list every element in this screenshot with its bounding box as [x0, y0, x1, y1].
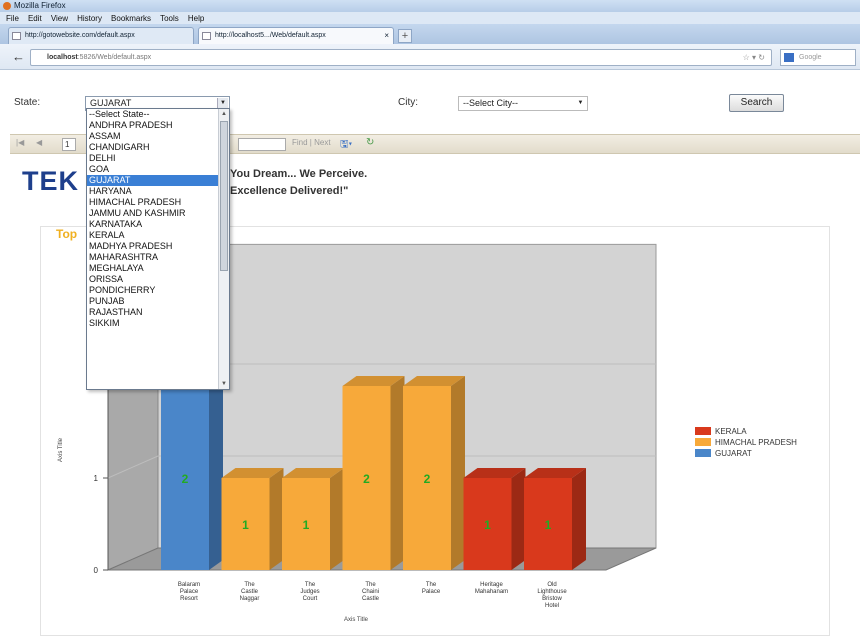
bar-side	[390, 376, 405, 570]
bar-side	[511, 468, 526, 570]
scroll-up-icon[interactable]: ▲	[219, 109, 229, 119]
dropdown-scrollbar[interactable]: ▲ ▼	[218, 109, 229, 389]
y-tick-label: 0	[94, 566, 99, 575]
legend-swatch	[695, 449, 711, 457]
state-option[interactable]: HIMACHAL PRADESH	[87, 197, 219, 208]
x-axis-title: Axis Title	[344, 617, 369, 623]
bar-data-label: 1	[242, 518, 249, 532]
state-option[interactable]: GOA	[87, 164, 219, 175]
state-option[interactable]: MAHARASHTRA	[87, 252, 219, 263]
scroll-down-icon[interactable]: ▼	[219, 379, 229, 389]
x-tick-label: The Judges Court	[300, 582, 319, 602]
bar-data-label: 2	[424, 472, 431, 486]
bar-side	[209, 376, 223, 570]
bar-data-label: 1	[545, 518, 552, 532]
y-axis-title: Axis Title	[58, 437, 64, 462]
bar-side	[451, 376, 465, 570]
state-option[interactable]: PONDICHERRY	[87, 285, 219, 296]
bar-side	[330, 468, 344, 570]
legend-swatch	[695, 438, 711, 446]
bar-data-label: 2	[363, 472, 370, 486]
bar-data-label: 1	[303, 518, 310, 532]
x-tick-label: Old Lighthouse Bristow Hotel	[537, 582, 567, 609]
bar-side	[572, 468, 586, 570]
state-option[interactable]: --Select State--	[87, 109, 219, 120]
state-option[interactable]: ANDHRA PRADESH	[87, 120, 219, 131]
state-option[interactable]: KERALA	[87, 230, 219, 241]
state-option[interactable]: PUNJAB	[87, 296, 219, 307]
legend-label: KERALA	[715, 427, 747, 436]
bar-data-label: 1	[484, 518, 491, 532]
state-option[interactable]: CHANDIGARH	[87, 142, 219, 153]
state-option[interactable]: MADHYA PRADESH	[87, 241, 219, 252]
state-option[interactable]: KARNATAKA	[87, 219, 219, 230]
state-option[interactable]: DELHI	[87, 153, 219, 164]
state-option[interactable]: SIKKIM	[87, 318, 219, 329]
y-tick-label: 1	[94, 474, 99, 483]
x-tick-label: Heritage Mahahanam	[475, 582, 508, 595]
state-dropdown-list[interactable]: --Select State-- ANDHRA PRADESH ASSAM CHAND…	[86, 108, 230, 390]
x-tick-label: The Palace	[422, 582, 441, 595]
state-option[interactable]: MEGHALAYA	[87, 263, 219, 274]
state-option[interactable]: ASSAM	[87, 131, 219, 142]
x-tick-label: The Castle Naggar	[240, 582, 260, 602]
state-option[interactable]: HARYANA	[87, 186, 219, 197]
state-option[interactable]: ORISSA	[87, 274, 219, 285]
x-tick-label: Balaram Palace Resort	[178, 582, 200, 602]
bar-data-label: 2	[182, 472, 189, 486]
x-tick-label: The Chaini Castle	[362, 582, 380, 602]
legend-swatch	[695, 427, 711, 435]
legend-label: GUJARAT	[715, 449, 752, 458]
state-option[interactable]: JAMMU AND KASHMIR	[87, 208, 219, 219]
scroll-thumb[interactable]	[220, 121, 228, 271]
state-option[interactable]: GUJARAT	[87, 175, 219, 186]
legend-label: HIMACHAL PRADESH	[715, 438, 797, 447]
bar-side	[269, 468, 284, 570]
state-option[interactable]: RAJASTHAN	[87, 307, 219, 318]
